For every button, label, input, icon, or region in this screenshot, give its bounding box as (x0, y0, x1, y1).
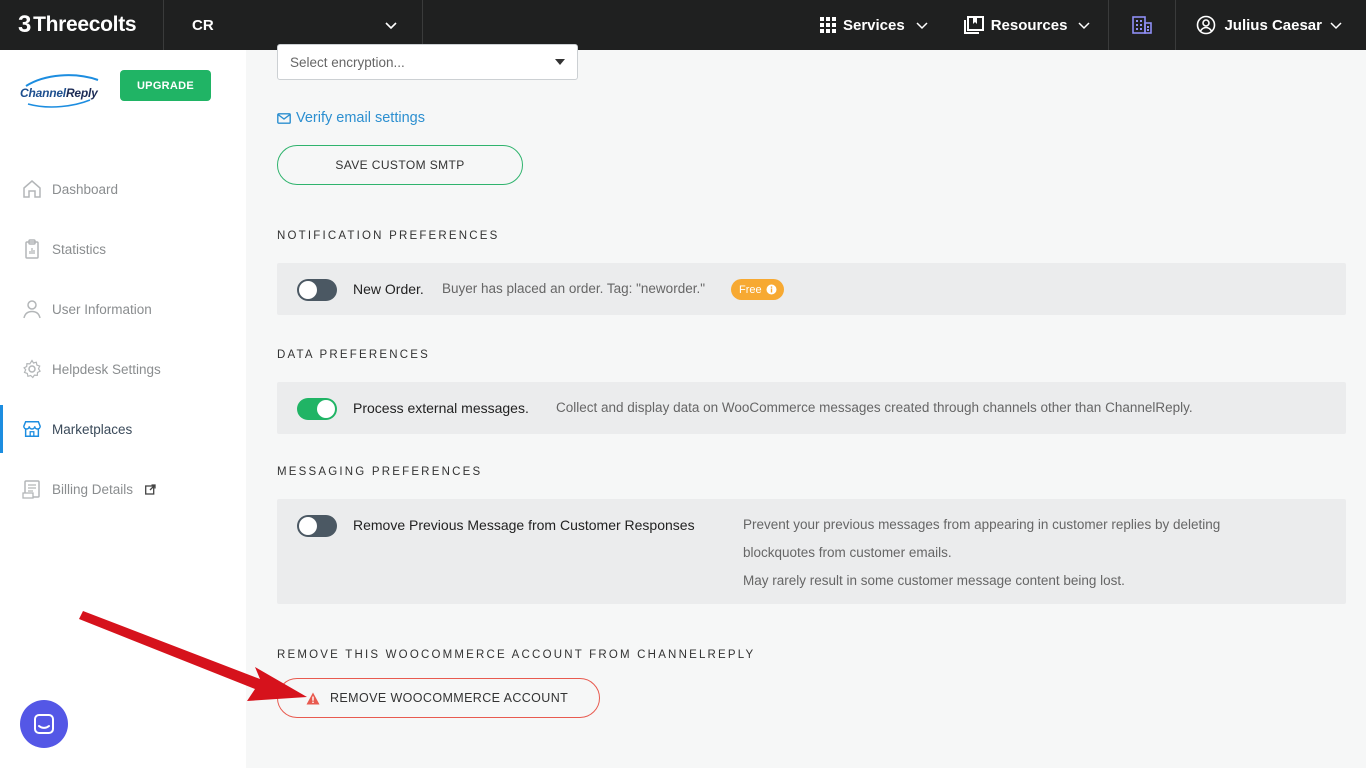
channelreply-logo[interactable]: ChannelReply (20, 74, 100, 108)
external-link-icon (145, 483, 156, 495)
resources-menu[interactable]: Resources (946, 0, 1109, 50)
warning-icon (306, 692, 320, 704)
sidebar-item-label: Marketplaces (52, 421, 133, 437)
sidebar-item-label: Billing Details (52, 481, 134, 497)
encryption-placeholder: Select encryption... (290, 54, 405, 70)
caret-down-icon (555, 59, 565, 65)
brand-mark: 3 (18, 11, 32, 38)
free-badge-label: Free (739, 283, 762, 296)
logo-reply: Reply (65, 86, 98, 100)
remove-previous-message-preference: Remove Previous Message from Customer Re… (277, 499, 1346, 604)
remove-previous-description-2: blockquotes from customer emails. (743, 545, 952, 560)
logo-channel: Channel (20, 86, 66, 100)
brand-name: Threecolts (33, 13, 137, 36)
clipboard-icon (22, 239, 42, 259)
external-messages-toggle[interactable] (297, 398, 337, 420)
chevron-down-icon (916, 22, 928, 30)
external-messages-preference: Process external messages. Collect and d… (277, 382, 1346, 434)
sidebar-item-billing-details[interactable]: Billing Details (0, 459, 246, 519)
billing-icon (22, 479, 42, 499)
save-custom-smtp-button[interactable]: SAVE CUSTOM SMTP (277, 145, 523, 185)
chevron-down-icon (1330, 22, 1342, 30)
remove-previous-description-1: Prevent your previous messages from appe… (743, 517, 1221, 532)
remove-account-label: REMOVE WOOCOMMERCE ACCOUNT (330, 691, 569, 705)
remove-woocommerce-account-button[interactable]: REMOVE WOOCOMMERCE ACCOUNT (277, 678, 600, 718)
sidebar-item-dashboard[interactable]: Dashboard (0, 159, 246, 219)
sidebar-item-label: Statistics (52, 241, 107, 257)
info-icon (766, 284, 777, 295)
encryption-select[interactable]: Select encryption... (277, 44, 578, 80)
sidebar-item-statistics[interactable]: Statistics (0, 219, 246, 279)
main-content: Select encryption... Verify email settin… (246, 44, 1366, 768)
gear-icon (22, 359, 42, 379)
user-icon (22, 299, 42, 319)
services-label: Services (842, 16, 905, 34)
verify-email-label: Verify email settings (296, 110, 425, 126)
new-order-preference: New Order. Buyer has placed an order. Ta… (277, 263, 1346, 315)
free-badge[interactable]: Free (731, 279, 784, 300)
toggle-knob (299, 281, 317, 299)
upgrade-button[interactable]: UPGRADE (120, 70, 211, 101)
logo-text: ChannelReply (20, 86, 98, 100)
notification-preferences-title: NOTIFICATION PREFERENCES (277, 230, 500, 242)
new-order-description: Buyer has placed an order. Tag: "neworde… (442, 281, 705, 296)
organization-button[interactable] (1109, 0, 1175, 50)
remove-previous-toggle[interactable] (297, 515, 337, 537)
toggle-knob (299, 517, 317, 535)
messaging-preferences-title: MESSAGING PREFERENCES (277, 466, 483, 478)
book-icon (963, 16, 984, 34)
envelope-icon (277, 112, 291, 124)
sidebar-item-label: User Information (52, 301, 152, 317)
user-circle-icon (1197, 15, 1216, 35)
chat-launcher-button[interactable] (20, 700, 68, 748)
sidebar-item-label: Dashboard (52, 181, 119, 197)
sidebar-menu: Dashboard Statistics User Information He… (0, 159, 246, 519)
external-messages-label: Process external messages. (353, 400, 529, 416)
new-order-toggle[interactable] (297, 279, 337, 301)
chevron-down-icon (1078, 22, 1090, 30)
resources-label: Resources (990, 16, 1068, 34)
sidebar-item-marketplaces[interactable]: Marketplaces (0, 399, 246, 459)
home-icon (22, 179, 42, 199)
remove-previous-description-3: May rarely result in some customer messa… (743, 573, 1125, 588)
grid-icon (819, 17, 836, 33)
sidebar: ChannelReply UPGRADE Dashboard Statistic… (0, 50, 246, 768)
sidebar-header: ChannelReply UPGRADE (20, 70, 240, 110)
sidebar-item-user-information[interactable]: User Information (0, 279, 246, 339)
top-bar: 3 Threecolts CR Services Resources Juliu… (0, 0, 1366, 50)
threecolts-logo[interactable]: 3 Threecolts (0, 0, 164, 50)
user-name: Julius Caesar (1224, 16, 1322, 34)
store-icon (22, 419, 42, 439)
chevron-down-icon (385, 22, 397, 30)
sidebar-item-helpdesk-settings[interactable]: Helpdesk Settings (0, 339, 246, 399)
sidebar-item-label: Helpdesk Settings (52, 361, 161, 377)
remove-account-title: REMOVE THIS WOOCOMMERCE ACCOUNT FROM CHA… (277, 649, 756, 661)
user-menu[interactable]: Julius Caesar (1176, 0, 1366, 50)
data-preferences-title: DATA PREFERENCES (277, 349, 430, 361)
building-icon (1132, 16, 1153, 34)
verify-email-link[interactable]: Verify email settings (277, 110, 425, 126)
services-menu[interactable]: Services (802, 0, 946, 50)
account-switcher[interactable]: CR (164, 0, 423, 50)
new-order-label: New Order. (353, 281, 424, 297)
chat-icon (34, 714, 54, 734)
toggle-knob (317, 400, 335, 418)
account-name: CR (192, 16, 214, 34)
remove-previous-label: Remove Previous Message from Customer Re… (353, 517, 695, 533)
external-messages-description: Collect and display data on WooCommerce … (556, 400, 1193, 415)
